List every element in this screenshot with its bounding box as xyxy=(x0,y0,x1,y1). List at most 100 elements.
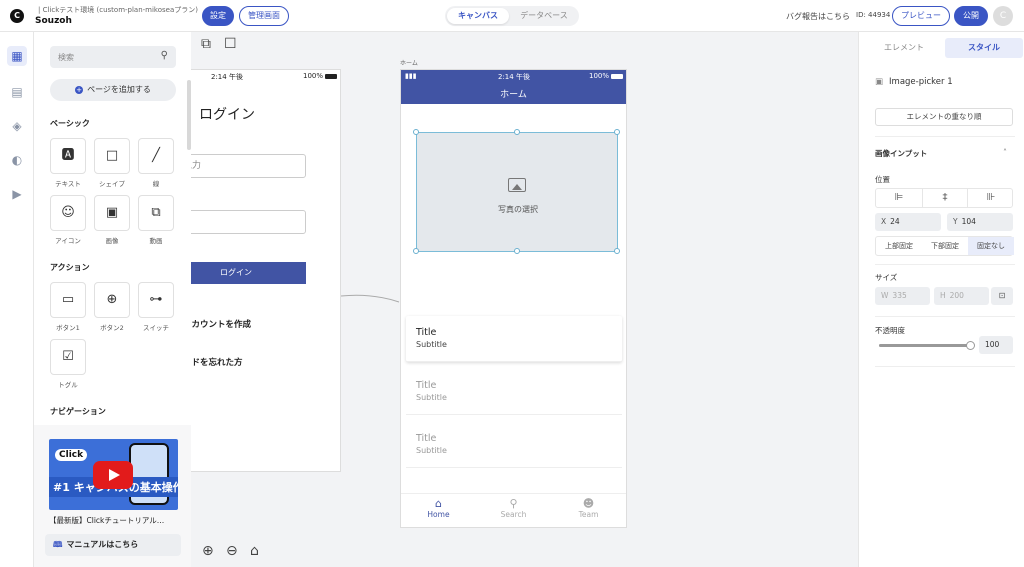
login-email-field[interactable]: 文を入力 xyxy=(191,154,306,178)
lock-icon[interactable]: ⊡ xyxy=(991,287,1013,305)
preview-button[interactable]: プレビュー xyxy=(892,6,950,26)
settings-button[interactable]: 設定 xyxy=(202,6,234,26)
pages-icon[interactable]: ▤ xyxy=(7,82,27,102)
tab-element[interactable]: エレメント xyxy=(865,38,943,58)
admin-button[interactable]: 管理画面 xyxy=(239,6,289,26)
list-item[interactable]: Title Subtitle xyxy=(406,422,622,468)
bug-report-link[interactable]: バグ報告はこちら xyxy=(786,11,850,22)
theme-palette-icon[interactable]: ◐ xyxy=(7,150,27,170)
frame-icon[interactable]: ☐ xyxy=(224,36,237,52)
resize-handle[interactable] xyxy=(413,248,419,254)
component-line[interactable]: ╱ 線 xyxy=(138,138,174,188)
tutorial-section: Click #1 キャンバスの基本操作 【最新版】Clickチュートリアル… 🕮… xyxy=(34,425,191,567)
element-name-text: Image-picker 1 xyxy=(889,77,953,87)
publish-button[interactable]: 公開 xyxy=(954,6,988,26)
tab-search[interactable]: ⚲ Search xyxy=(476,498,551,520)
video-title[interactable]: 【最新版】Clickチュートリアル… xyxy=(49,515,164,526)
video-thumbnail[interactable]: Click #1 キャンバスの基本操作 xyxy=(49,439,178,510)
align-right-icon[interactable]: ⊪ xyxy=(968,189,1014,207)
align-left-icon[interactable]: ⊫ xyxy=(876,189,922,207)
resize-handle[interactable] xyxy=(614,248,620,254)
components-icon[interactable]: ▦ xyxy=(7,46,27,66)
login-title: ログイン xyxy=(199,107,255,123)
position-label: 位置 xyxy=(875,175,890,184)
y-field[interactable]: Y 104 xyxy=(947,213,1013,231)
fix-bottom-option[interactable]: 下部固定 xyxy=(922,237,968,255)
slider-knob[interactable] xyxy=(966,341,975,350)
team-icon: ☻ xyxy=(582,497,595,510)
resize-handle[interactable] xyxy=(514,129,520,135)
tab-database[interactable]: データベース xyxy=(511,8,577,24)
resize-handle[interactable] xyxy=(514,248,520,254)
width-field[interactable]: W 335 xyxy=(875,287,930,305)
list-item-subtitle: Subtitle xyxy=(416,393,447,402)
image-picker[interactable]: 写真の選択 xyxy=(413,129,620,254)
zoom-in-icon[interactable]: ⊕ xyxy=(202,543,214,559)
layer-order-button[interactable]: エレメントの重なり順 xyxy=(875,108,1013,126)
search-input[interactable]: 検索 ⚲ xyxy=(50,46,176,68)
tab-team[interactable]: ☻ Team xyxy=(551,497,626,520)
component-icon[interactable]: ☺ アイコン xyxy=(50,195,86,245)
play-icon[interactable]: ▶ xyxy=(7,184,27,204)
fix-top-option[interactable]: 上部固定 xyxy=(876,237,922,255)
resize-handle[interactable] xyxy=(413,129,419,135)
height-field[interactable]: H 200 xyxy=(934,287,989,305)
component-shape[interactable]: □ シェイプ xyxy=(94,138,130,188)
avatar[interactable]: C xyxy=(993,6,1013,26)
fix-none-option[interactable]: 固定なし xyxy=(968,237,1014,255)
home-app-header: ▮▮▮ 2:14 午後 100% ホーム xyxy=(401,70,626,104)
home-icon: ⌂ xyxy=(435,497,442,510)
component-label: ボタン1 xyxy=(56,324,80,332)
click-logo[interactable]: C xyxy=(10,9,24,23)
opacity-slider[interactable] xyxy=(879,341,975,350)
align-center-icon[interactable]: ‡ xyxy=(922,189,968,207)
tab-style[interactable]: スタイル xyxy=(945,38,1023,58)
tab-canvas[interactable]: キャンバス xyxy=(447,8,509,24)
canvas[interactable]: ⧉ ☐ 2:14 午後 100% ログイン 文を入力 入力 ログイン しいアカウ… xyxy=(191,32,858,567)
h-key: H xyxy=(940,291,946,300)
video-brand: Click xyxy=(55,449,88,461)
status-bar: 2:14 午後 100% xyxy=(191,70,340,82)
line-icon: ╱ xyxy=(138,138,174,174)
component-toggle[interactable]: ☑ トグル xyxy=(50,339,86,389)
login-screen[interactable]: 2:14 午後 100% ログイン 文を入力 入力 ログイン しいアカウントを作… xyxy=(191,69,341,472)
list-item-title: Title xyxy=(416,433,437,444)
forgot-password-link[interactable]: スワードを忘れた方 xyxy=(191,356,243,368)
create-account-link[interactable]: しいアカウントを作成 xyxy=(191,318,251,330)
switch-icon: ⊶ xyxy=(138,282,174,318)
component-button2[interactable]: ⊕ ボタン2 xyxy=(94,282,130,332)
component-switch[interactable]: ⊶ スイッチ xyxy=(138,282,174,332)
sitemap-icon[interactable]: ⧉ xyxy=(201,36,211,52)
opacity-field[interactable]: 100 xyxy=(979,336,1013,354)
component-label: 動画 xyxy=(149,237,163,245)
tab-label: Search xyxy=(500,510,527,519)
resize-handle[interactable] xyxy=(614,129,620,135)
list-item-title: Title xyxy=(416,380,437,391)
tab-home[interactable]: ⌂ Home xyxy=(401,497,476,520)
chevron-up-icon[interactable]: ˄ xyxy=(1003,148,1007,157)
component-button1[interactable]: ▭ ボタン1 xyxy=(50,282,86,332)
image-icon xyxy=(508,178,526,192)
component-image[interactable]: ▣ 画像 xyxy=(94,195,130,245)
play-icon[interactable] xyxy=(93,461,133,489)
zoom-out-icon[interactable]: ⊖ xyxy=(226,543,238,559)
size-label: サイズ xyxy=(875,273,898,282)
manual-button[interactable]: 🕮 マニュアルはこちら xyxy=(45,534,181,556)
section-basic: ベーシック xyxy=(50,119,90,128)
status-battery: 100% xyxy=(303,72,338,80)
login-button[interactable]: ログイン xyxy=(191,262,306,284)
layers-icon[interactable]: ◈ xyxy=(7,116,27,136)
section-navigation: ナビゲーション xyxy=(50,407,106,416)
list-item[interactable]: Title Subtitle xyxy=(406,369,622,415)
plus-circle-icon: ⊕ xyxy=(94,282,130,318)
login-password-field[interactable]: 入力 xyxy=(191,210,306,234)
slider-fill xyxy=(879,344,971,347)
home-icon[interactable]: ⌂ xyxy=(250,543,259,559)
list-item[interactable]: Title Subtitle xyxy=(406,316,622,362)
component-text[interactable]: 🅰 テキスト xyxy=(50,138,86,188)
add-page-button[interactable]: + ページを追加する xyxy=(50,79,176,101)
home-screen[interactable]: ▮▮▮ 2:14 午後 100% ホーム 写真の選択 Title Subtitl… xyxy=(400,69,627,528)
component-video[interactable]: ⧉ 動画 xyxy=(138,195,174,245)
y-value: 104 xyxy=(961,217,976,226)
x-field[interactable]: X 24 xyxy=(875,213,941,231)
